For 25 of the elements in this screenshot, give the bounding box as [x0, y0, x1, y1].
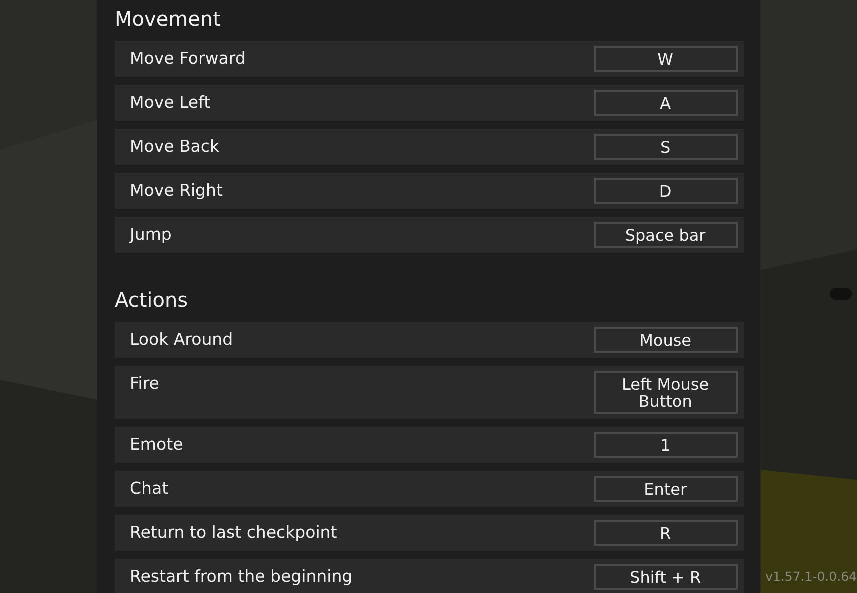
- action-label: Chat: [130, 478, 169, 500]
- key-binding-button[interactable]: R: [594, 520, 738, 546]
- section-heading: Actions: [115, 287, 190, 314]
- action-label: Fire: [130, 373, 160, 395]
- action-label: Return to last checkpoint: [130, 522, 338, 544]
- key-binding-button[interactable]: S: [594, 134, 738, 160]
- action-label: Restart from the beginning: [130, 566, 353, 588]
- key-binding-button[interactable]: D: [594, 178, 738, 204]
- action-label: Move Back: [130, 136, 220, 158]
- action-label: Move Right: [130, 180, 223, 202]
- key-binding-button[interactable]: Space bar: [594, 222, 738, 248]
- key-binding-button[interactable]: A: [594, 90, 738, 116]
- action-label: Move Left: [130, 92, 211, 114]
- key-binding-button[interactable]: 1: [594, 432, 738, 458]
- key-binding-button[interactable]: Mouse: [594, 327, 738, 353]
- action-label: Jump: [130, 224, 172, 246]
- action-label: Emote: [130, 434, 184, 456]
- key-binding-button[interactable]: W: [594, 46, 738, 72]
- action-label: Look Around: [130, 329, 234, 351]
- key-binding-button[interactable]: Shift + R: [594, 564, 738, 590]
- key-binding-button[interactable]: Enter: [594, 476, 738, 502]
- version-label: v1.57.1-0.0.64: [766, 569, 857, 584]
- section-heading: Movement: [115, 6, 222, 33]
- action-label: Move Forward: [130, 48, 246, 70]
- key-binding-button[interactable]: Left Mouse Button: [594, 371, 738, 414]
